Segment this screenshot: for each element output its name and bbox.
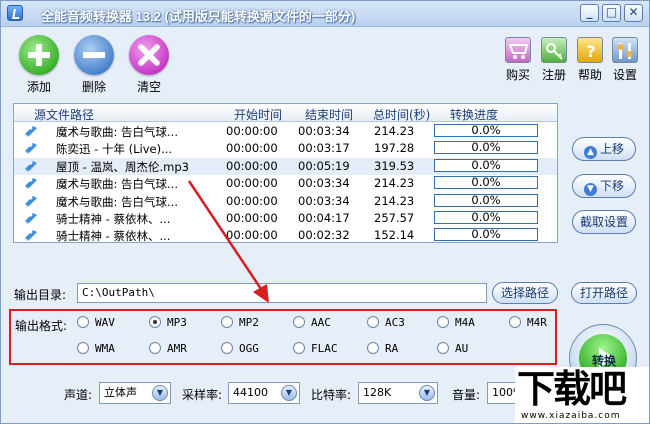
annotation-arrow	[187, 180, 269, 303]
watermark-logo: 下载吧	[517, 367, 627, 411]
watermark-url: www.xiazaiba.com	[521, 411, 621, 421]
watermark: 下载吧 www.xiazaiba.com	[515, 367, 649, 423]
main-window: 全能音频转换器 13.2 (试用版只能转换源文件的一部分) _ □ ✕ 添加 删…	[0, 0, 650, 424]
